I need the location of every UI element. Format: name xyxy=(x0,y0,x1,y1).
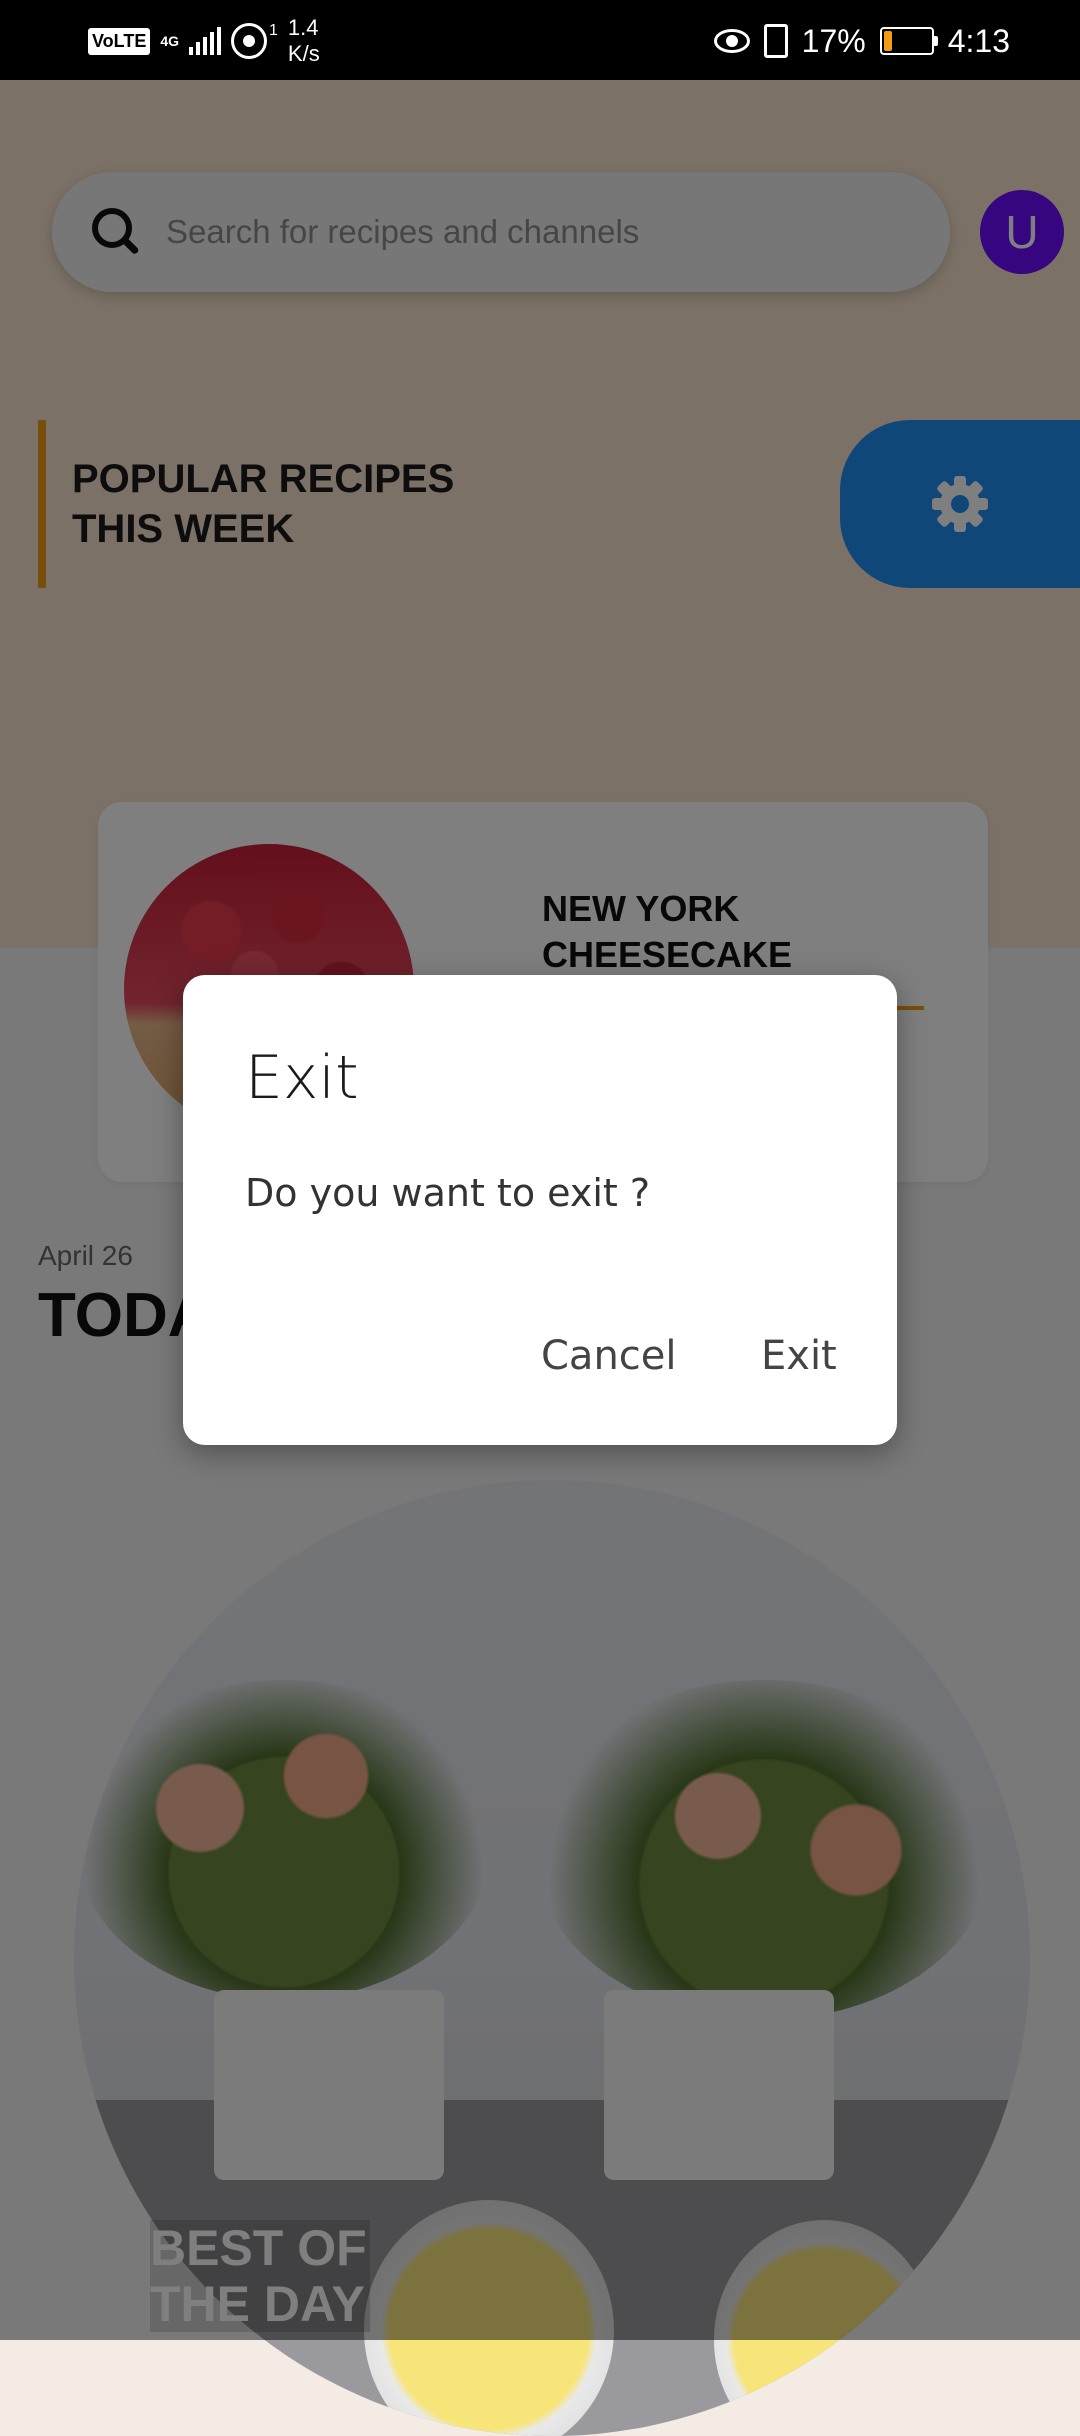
eye-comfort-icon xyxy=(713,29,750,53)
vibrate-icon xyxy=(763,24,788,58)
hotspot-icon xyxy=(231,23,268,59)
volte-badge: VoLTE xyxy=(88,27,151,55)
signal-icon xyxy=(189,27,222,55)
battery-percent: 17% xyxy=(801,22,866,59)
battery-icon xyxy=(879,27,938,55)
exit-button[interactable]: Exit xyxy=(761,1333,837,1379)
status-left: VoLTE 4G 1 1.4 K/s xyxy=(88,14,320,68)
speed-unit: K/s xyxy=(287,41,320,66)
status-bar: VoLTE 4G 1 1.4 K/s 17% 4:13 xyxy=(0,0,1080,80)
cancel-button[interactable]: Cancel xyxy=(541,1333,677,1379)
speed-value: 1.4 xyxy=(287,15,319,40)
network-speed: 1.4 K/s xyxy=(288,15,320,67)
status-right: 17% 4:13 xyxy=(713,14,1010,68)
exit-dialog: Exit Do you want to exit ? Cancel Exit xyxy=(183,975,897,1445)
hotspot-count: 1 xyxy=(269,22,278,39)
network-type: 4G xyxy=(160,33,180,49)
dialog-message: Do you want to exit ? xyxy=(245,1171,651,1215)
clock: 4:13 xyxy=(947,22,1010,59)
dialog-title: Exit xyxy=(245,1043,359,1113)
